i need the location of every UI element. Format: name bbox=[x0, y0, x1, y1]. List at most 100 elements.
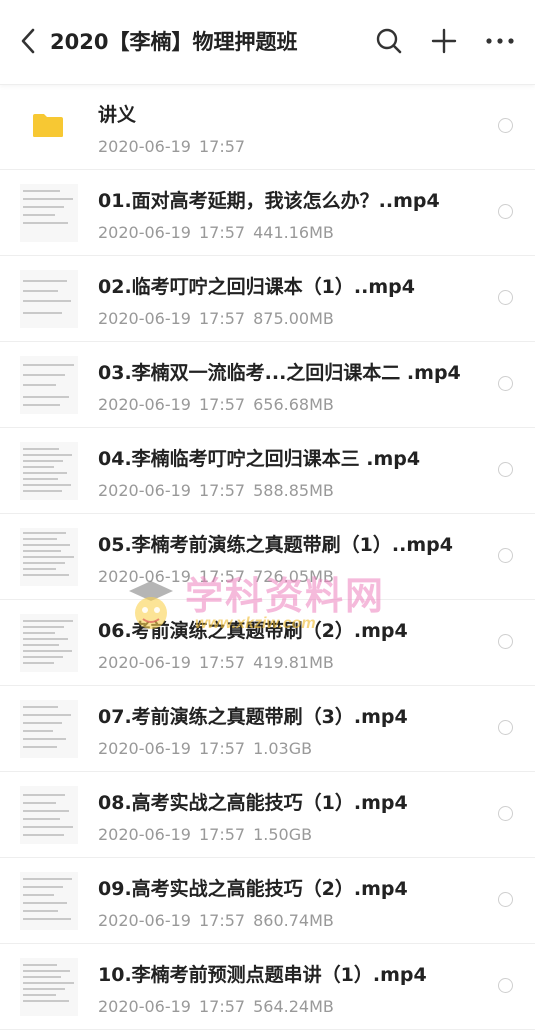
thumbnail-line bbox=[23, 472, 67, 474]
thumbnail-line bbox=[23, 222, 68, 224]
thumbnail-line bbox=[23, 644, 59, 646]
thumbnail-line bbox=[23, 214, 55, 216]
back-arrow-icon[interactable] bbox=[14, 26, 42, 56]
select-radio[interactable] bbox=[498, 892, 513, 907]
file-row[interactable]: 07.考前演练之真题带刷（3）.mp4 2020-06-19 17:57 1.03GB bbox=[0, 686, 535, 772]
file-name: 01.面对高考延期，我该怎么办？..mp4 bbox=[98, 190, 440, 212]
thumbnail-line bbox=[23, 384, 56, 386]
file-name: 讲义 bbox=[98, 104, 137, 126]
select-radio[interactable] bbox=[498, 978, 513, 993]
file-name: 03.李楠双一流临考...之回归课本二 .mp4 bbox=[98, 362, 461, 384]
top-bar: 2020【李楠】物理押题班 bbox=[0, 0, 535, 85]
file-time: 17:57 bbox=[198, 653, 246, 672]
file-row[interactable]: 08.高考实战之高能技巧（1）.mp4 2020-06-19 17:57 1.50GB bbox=[0, 772, 535, 858]
select-radio[interactable] bbox=[498, 634, 513, 649]
file-size: 1.50GB bbox=[253, 825, 313, 844]
video-thumbnail bbox=[20, 356, 78, 414]
thumbnail-line bbox=[23, 206, 64, 208]
thumbnail-line bbox=[23, 886, 63, 888]
thumbnail-line bbox=[23, 970, 70, 972]
thumbnail-line bbox=[23, 650, 72, 652]
thumbnail-line bbox=[23, 976, 61, 978]
thumbnail-line bbox=[23, 290, 58, 292]
file-size: 860.74MB bbox=[253, 911, 334, 930]
more-icon[interactable] bbox=[483, 24, 517, 58]
thumbnail-line bbox=[23, 448, 59, 450]
thumbnail-line bbox=[23, 746, 57, 748]
file-date: 2020-06-19 bbox=[98, 739, 191, 758]
file-row[interactable]: 03.李楠双一流临考...之回归课本二 .mp4 2020-06-19 17:57 6… bbox=[0, 342, 535, 428]
select-radio[interactable] bbox=[498, 462, 513, 477]
file-name: 06.考前演练之真题带刷（2）.mp4 bbox=[98, 620, 408, 642]
file-size: 726.05MB bbox=[253, 567, 334, 586]
thumbnail-line bbox=[23, 484, 71, 486]
file-time: 17:57 bbox=[198, 567, 246, 586]
file-row[interactable]: 02.临考叮咛之回归课本（1）..mp4 2020-06-19 17:57 875.0… bbox=[0, 256, 535, 342]
file-date: 2020-06-19 bbox=[98, 825, 191, 844]
thumbnail-line bbox=[23, 478, 58, 480]
thumbnail-line bbox=[23, 638, 68, 640]
select-radio[interactable] bbox=[498, 376, 513, 391]
file-date: 2020-06-19 bbox=[98, 223, 191, 242]
thumbnail-line bbox=[23, 190, 60, 192]
thumbnail-line bbox=[23, 994, 56, 996]
file-row[interactable]: 01.面对高考延期，我该怎么办？..mp4 2020-06-19 17:57 441.… bbox=[0, 170, 535, 256]
file-size: 656.68MB bbox=[253, 395, 334, 414]
file-name: 02.临考叮咛之回归课本（1）..mp4 bbox=[98, 276, 415, 298]
file-time: 17:57 bbox=[198, 911, 246, 930]
thumbnail-line bbox=[23, 490, 62, 492]
file-row[interactable]: 10.李楠考前预测点题串讲（1）.mp4 2020-06-19 17:57 564.2… bbox=[0, 944, 535, 1030]
video-thumbnail bbox=[20, 614, 78, 672]
file-row[interactable]: 09.高考实战之高能技巧（2）.mp4 2020-06-19 17:57 860.74… bbox=[0, 858, 535, 944]
file-meta: 2020-06-19 17:57 564.24MB bbox=[98, 996, 342, 1018]
file-meta: 2020-06-19 17:57 bbox=[98, 136, 261, 158]
file-time: 17:57 bbox=[198, 309, 246, 328]
select-radio[interactable] bbox=[498, 720, 513, 735]
thumbnail-line bbox=[23, 988, 65, 990]
thumbnail-line bbox=[23, 626, 64, 628]
select-radio[interactable] bbox=[498, 806, 513, 821]
file-size: 564.24MB bbox=[253, 997, 334, 1016]
video-thumbnail bbox=[20, 528, 78, 586]
file-row[interactable]: 讲义 2020-06-19 17:57 bbox=[0, 84, 535, 170]
thumbnail-line bbox=[23, 364, 74, 366]
file-time: 17:57 bbox=[198, 137, 246, 156]
file-meta: 2020-06-19 17:57 860.74MB bbox=[98, 910, 342, 932]
thumbnail-line bbox=[23, 550, 61, 552]
file-row[interactable]: 06.考前演练之真题带刷（2）.mp4 2020-06-19 17:57 419.81… bbox=[0, 600, 535, 686]
select-radio[interactable] bbox=[498, 204, 513, 219]
file-time: 17:57 bbox=[198, 395, 246, 414]
file-name: 08.高考实战之高能技巧（1）.mp4 bbox=[98, 792, 408, 814]
file-time: 17:57 bbox=[198, 825, 246, 844]
thumbnail-line bbox=[23, 574, 69, 576]
file-row[interactable]: 05.李楠考前演练之真题带刷（1）..mp4 2020-06-19 17:57 726… bbox=[0, 514, 535, 600]
video-thumbnail bbox=[20, 184, 78, 242]
thumbnail-line bbox=[23, 706, 58, 708]
thumbnail-line bbox=[23, 632, 55, 634]
file-time: 17:57 bbox=[198, 997, 246, 1016]
file-date: 2020-06-19 bbox=[98, 911, 191, 930]
video-thumbnail bbox=[20, 958, 78, 1016]
thumbnail-line bbox=[23, 198, 73, 200]
search-icon[interactable] bbox=[372, 24, 406, 58]
thumbnail-line bbox=[23, 730, 53, 732]
video-thumbnail bbox=[20, 442, 78, 500]
select-radio[interactable] bbox=[498, 118, 513, 133]
thumbnail-line bbox=[23, 280, 67, 282]
video-thumbnail bbox=[20, 270, 78, 328]
thumbnail-line bbox=[23, 538, 57, 540]
thumbnail-line bbox=[23, 532, 66, 534]
folder-icon bbox=[33, 114, 63, 137]
file-meta: 2020-06-19 17:57 726.05MB bbox=[98, 566, 342, 588]
thumbnail-line bbox=[23, 396, 69, 398]
plus-icon[interactable] bbox=[427, 24, 461, 58]
file-size: 588.85MB bbox=[253, 481, 334, 500]
select-radio[interactable] bbox=[498, 548, 513, 563]
thumbnail-line bbox=[23, 404, 60, 406]
file-name: 04.李楠临考叮咛之回归课本三 .mp4 bbox=[98, 448, 421, 470]
file-date: 2020-06-19 bbox=[98, 137, 191, 156]
select-radio[interactable] bbox=[498, 290, 513, 305]
file-size: 875.00MB bbox=[253, 309, 334, 328]
thumbnail-line bbox=[23, 738, 66, 740]
file-row[interactable]: 04.李楠临考叮咛之回归课本三 .mp4 2020-06-19 17:57 588.8… bbox=[0, 428, 535, 514]
